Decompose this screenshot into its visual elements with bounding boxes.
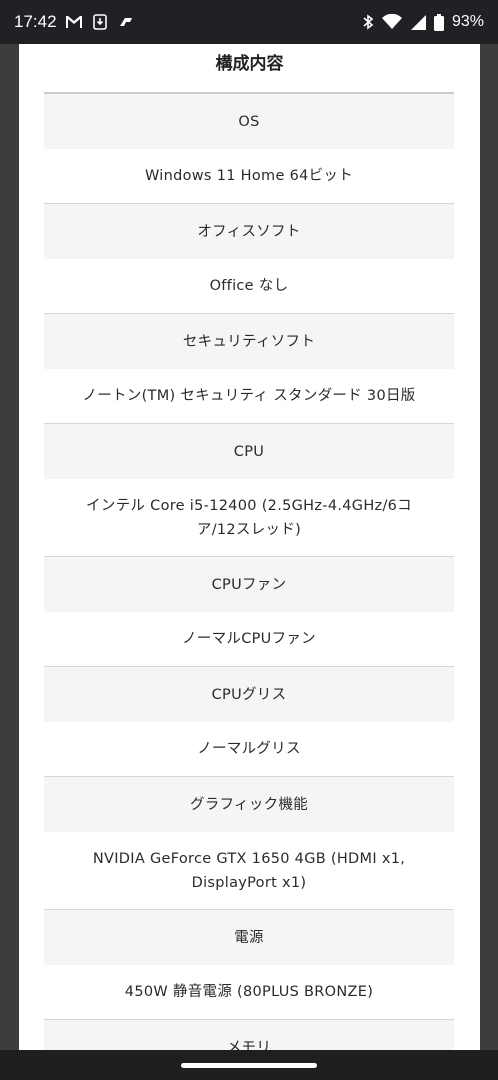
spec-label-cpu: CPU: [44, 424, 454, 479]
spec-label-graphics: グラフィック機能: [44, 777, 454, 832]
bluetooth-icon: [362, 14, 374, 30]
app-logo-icon: [117, 17, 135, 27]
home-gesture-handle[interactable]: [181, 1062, 317, 1068]
spec-card[interactable]: 構成内容 OS Windows 11 Home 64ビット オフィスソフト Of…: [19, 44, 480, 1050]
spec-value-power: 450W 静音電源 (80PLUS BRONZE): [44, 965, 454, 1020]
spec-value-cpu-fan: ノーマルCPUファン: [44, 612, 454, 667]
navigation-bar: [0, 1050, 498, 1080]
battery-percent: 93%: [451, 13, 484, 30]
page-margin-right: [480, 44, 498, 1050]
spec-value-security: ノートン(TM) セキュリティ スタンダード 30日版: [44, 369, 454, 424]
spec-label-cpu-fan: CPUファン: [44, 557, 454, 612]
status-bar: 17:42 93%: [0, 0, 498, 44]
download-icon: [92, 14, 107, 30]
status-time: 17:42: [14, 12, 57, 31]
spec-label-memory: メモリ: [44, 1020, 454, 1050]
spec-value-os: Windows 11 Home 64ビット: [44, 149, 454, 204]
spec-value-office: Office なし: [44, 259, 454, 314]
spec-value-cpu-grease: ノーマルグリス: [44, 722, 454, 777]
battery-icon: [433, 13, 444, 31]
spec-table: OS Windows 11 Home 64ビット オフィスソフト Office …: [44, 92, 454, 1050]
spec-value-cpu: インテル Core i5-12400 (2.5GHz-4.4GHz/6コア/12…: [44, 479, 454, 557]
notification-icons: [65, 14, 135, 30]
page-margin-left: [0, 44, 19, 1050]
system-icons: 93%: [362, 13, 484, 31]
spec-label-power: 電源: [44, 910, 454, 965]
signal-icon: [410, 14, 426, 30]
spec-label-cpu-grease: CPUグリス: [44, 667, 454, 722]
section-title: 構成内容: [215, 54, 284, 74]
spec-label-os: OS: [44, 94, 454, 149]
spec-label-security: セキュリティソフト: [44, 314, 454, 369]
spec-value-graphics: NVIDIA GeForce GTX 1650 4GB (HDMI x1, Di…: [44, 832, 454, 910]
wifi-icon: [381, 14, 402, 30]
spec-label-office: オフィスソフト: [44, 204, 454, 259]
gmail-icon: [65, 15, 83, 29]
